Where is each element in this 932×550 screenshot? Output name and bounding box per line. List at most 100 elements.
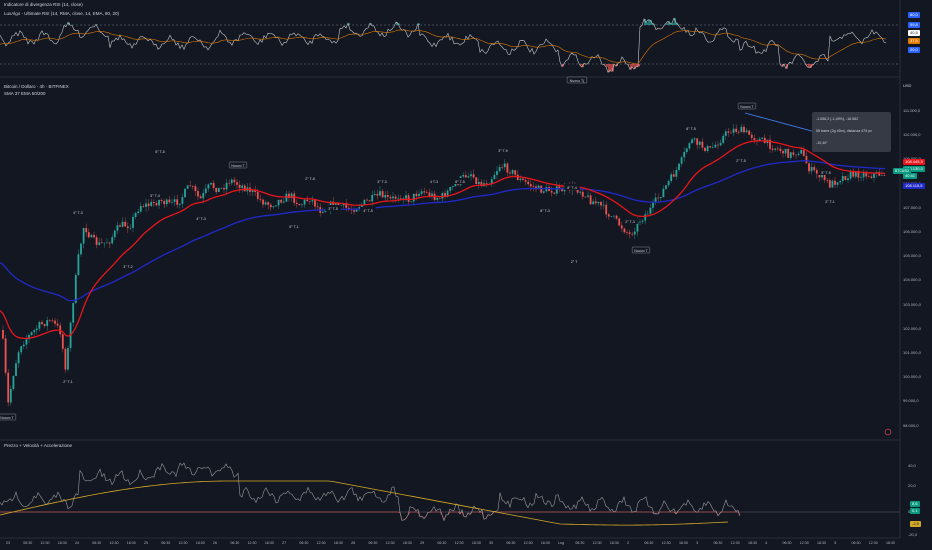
wave-label[interactable]: 2° T-8 [302,175,318,181]
candle-body [22,344,25,347]
wave-label[interactable]: Nuovo T( [566,76,588,84]
candle-body [20,346,23,353]
candle-body [691,139,693,144]
candle-body [784,148,787,154]
candle-body [30,332,33,335]
wave-label[interactable]: Nuovo T [632,246,651,254]
wave-label[interactable]: Nuovo T [228,161,247,169]
wave-label[interactable]: 5° T-5 [818,169,834,175]
candle-body [181,197,184,204]
svg-text:4 T-3: 4 T-3 [430,180,438,184]
candle-body [529,184,532,187]
wave-label[interactable]: 2° T-5 [733,157,749,163]
wave-label[interactable]: 5° T-5 [152,148,168,154]
candle-body [753,138,756,141]
wave-label[interactable]: 8° T-5 [683,125,699,131]
svg-text:4° T-5: 4° T-5 [363,209,373,213]
candle-body [841,176,844,181]
candle-body [267,202,270,205]
svg-text:3° T-2: 3° T-2 [123,265,133,269]
wave-label[interactable]: 2° T [568,258,580,264]
wave-label[interactable]: 4° T-3 [193,215,209,221]
rsi-axis-tag: 40,5 [908,30,920,36]
currency-label[interactable]: USD [901,83,913,89]
candle-body [870,176,873,178]
wave-labels: 5° T-5 5° T-4 4° T-3 3° T-2 2° T-1 4° T-3 2° T… [0,76,838,421]
candle-body [100,242,103,244]
time-axis-tick: 12:30 [799,541,809,545]
wave-label[interactable]: Nuovo T [0,413,16,421]
candle-body [867,176,870,178]
chart-canvas[interactable]: 5° T-5 5° T-4 4° T-3 3° T-2 2° T-1 4° T-3 2° T… [0,0,932,550]
time-axis-tick: 06:30 [92,541,102,545]
rsi-overbought-fill [68,18,680,25]
candle-body [631,233,634,235]
candle-body [282,201,285,203]
candle-body [155,203,158,206]
candle-body [199,196,202,199]
wave-label[interactable]: 2° T-3 [622,218,638,224]
candle-body [95,237,98,245]
candle-body [38,322,41,329]
candle-body [262,199,264,205]
candle-body [204,188,207,194]
time-axis-tick: 06:30 [506,541,516,545]
candle-body [524,180,527,182]
wave-label[interactable]: 3° T-2 [120,263,136,269]
wave-label[interactable]: 3° T-9 [495,147,511,153]
wave-label[interactable]: 3° T-3 [374,178,390,184]
wave-label[interactable]: 3° T-5 [325,205,341,211]
candle-body [293,193,296,203]
candle-body [116,225,119,231]
candle-body [233,179,236,183]
candle-body [67,348,69,370]
candle-body [410,201,413,203]
candle-body [730,132,732,134]
wave-label[interactable]: Nuovo T [738,102,757,110]
time-axis-tick: 06:30 [575,541,585,545]
candle-body [129,227,132,229]
candle-body [275,205,277,207]
wave-label[interactable]: 4 T-3 [427,178,441,184]
time-axis-tick: 25 [144,541,149,545]
svg-text:4° T-3: 4° T-3 [196,217,206,221]
countdown-tag: 40:41 [903,173,918,179]
candle-body [314,200,316,207]
candle-body [527,181,530,185]
wave-label[interactable]: 2° T-1 [60,378,76,384]
candle-body [618,218,621,226]
wave-label[interactable]: 5° T-4 [147,192,163,198]
time-axis-tick: 30 [489,541,494,545]
time-axis-tick: 06:30 [230,541,240,545]
wave-label[interactable]: 4° T-3 [70,209,86,215]
wave-label[interactable]: 5° T-1 [286,223,302,229]
wave-label[interactable]: 2° T-1 [822,198,838,204]
alert-icon[interactable] [884,428,892,436]
candle-body [202,193,205,199]
candle-body [241,185,244,188]
time-axis-tick: 12:30 [316,541,326,545]
measure-bars: 55 barre (2g 45m), distanza 475 px [816,129,872,133]
candle-body [98,242,101,245]
candle-body [285,193,288,202]
rsi-pane [0,17,900,73]
wave-label[interactable]: 4° T-5 [360,207,376,213]
wave-label[interactable]: 8° T-3 [537,207,553,213]
measure-tooltip[interactable]: -1.658,2 (-1,49%), -16.582 55 barre (2g … [812,112,891,152]
candle-body [7,372,10,403]
time-axis-tick: 06:30 [437,541,447,545]
candle-body [522,178,524,181]
candle-body [511,170,514,174]
candle-body [212,182,215,188]
candle-body [371,194,374,202]
candle-body [602,204,605,206]
candle-body [860,177,862,178]
svg-text:8° T-4: 8° T-4 [567,186,577,190]
candle-body [865,173,868,177]
candle-body [379,191,381,196]
candle-body [873,173,875,178]
wave-label[interactable]: 8° T-4 [564,184,580,190]
wave-label[interactable]: 6° T-5 [452,178,468,184]
price-axis-tick: 101.000,0 [903,350,921,355]
candle-body [210,182,212,185]
